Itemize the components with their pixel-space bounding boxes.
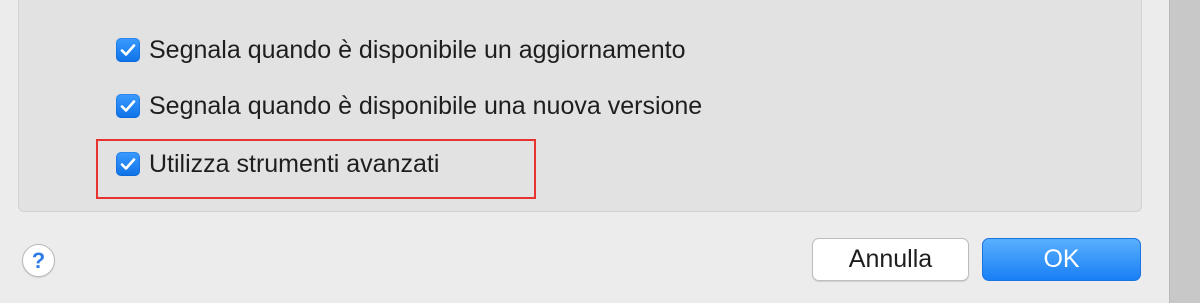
checkbox-checked-icon[interactable] — [116, 152, 140, 176]
checkbox-checked-icon[interactable] — [116, 94, 140, 118]
help-button[interactable]: ? — [22, 244, 55, 277]
ok-button[interactable]: OK — [982, 238, 1141, 281]
cancel-button[interactable]: Annulla — [812, 238, 969, 281]
preferences-dialog: Segnala quando è disponibile un aggiorna… — [0, 0, 1170, 303]
checkbox-label: Segnala quando è disponibile un aggiorna… — [149, 36, 686, 64]
checkbox-option-advanced-tools[interactable]: Utilizza strumenti avanzati — [116, 148, 439, 180]
checkbox-checked-icon[interactable] — [116, 38, 140, 62]
checkbox-option-new-version[interactable]: Segnala quando è disponibile una nuova v… — [116, 90, 702, 122]
checkbox-label: Segnala quando è disponibile una nuova v… — [149, 92, 703, 120]
question-mark-icon: ? — [31, 247, 46, 273]
checkbox-label: Utilizza strumenti avanzati — [149, 150, 440, 178]
checkbox-option-update[interactable]: Segnala quando è disponibile un aggiorna… — [116, 34, 686, 66]
